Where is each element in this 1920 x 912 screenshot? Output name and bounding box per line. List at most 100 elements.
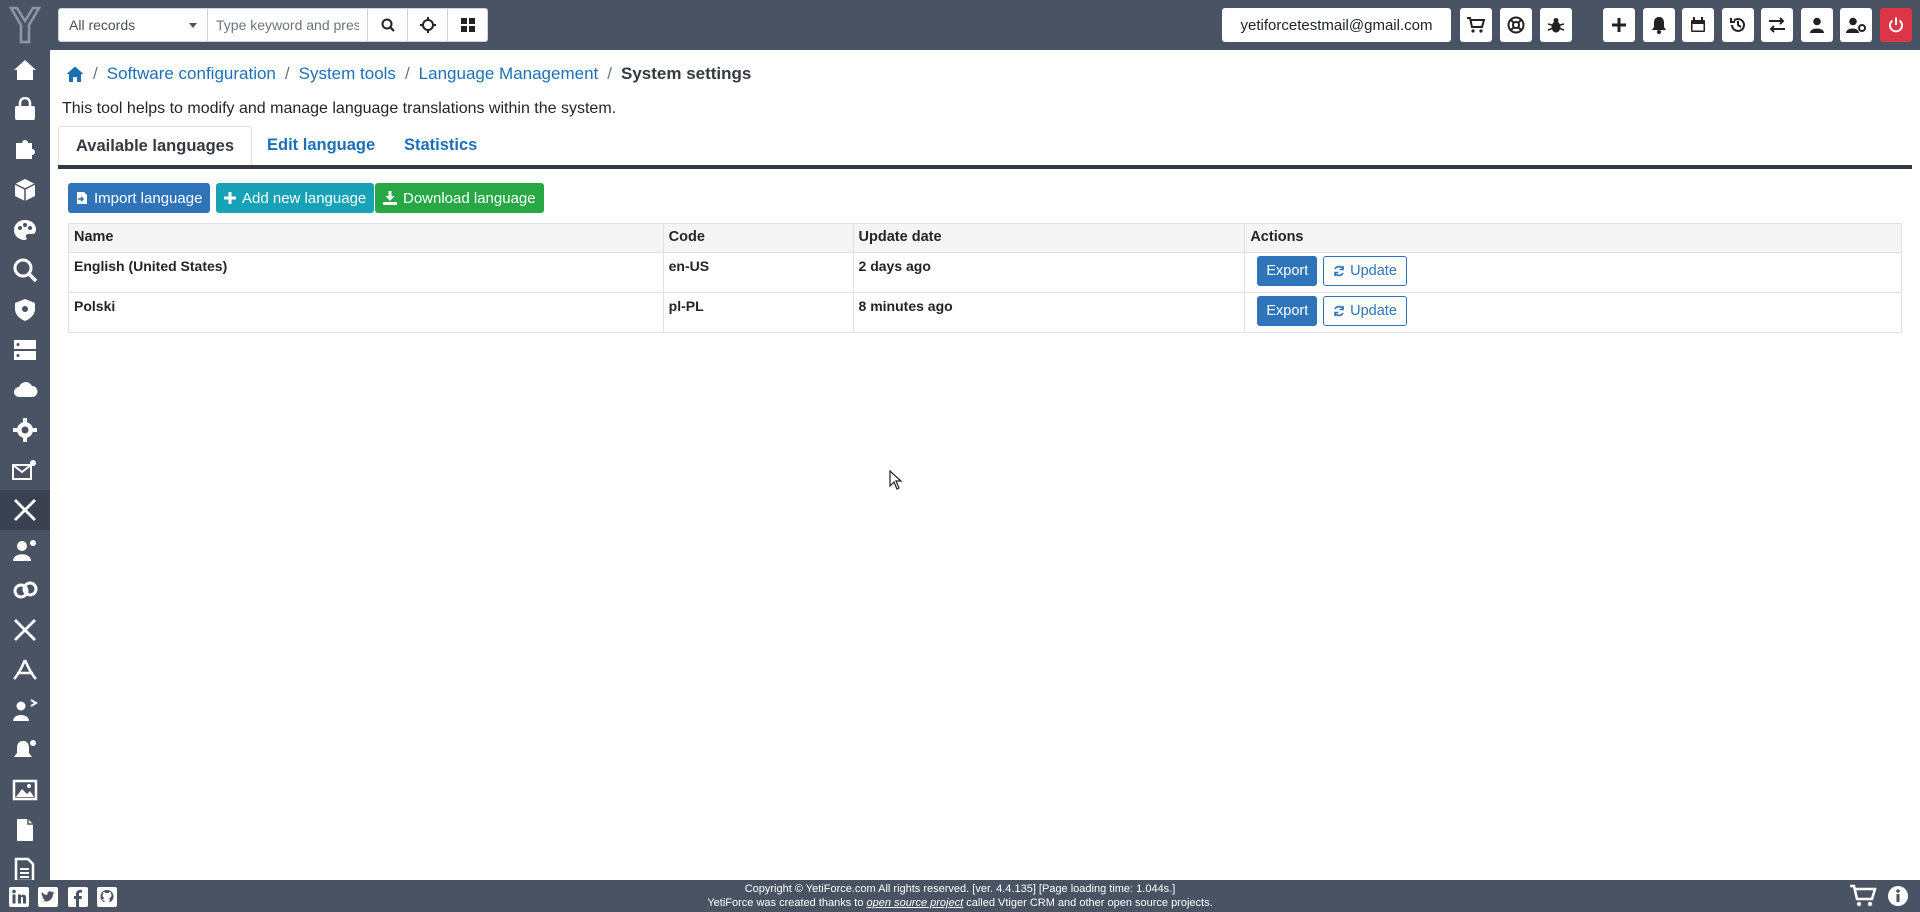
sidebar-item-modules[interactable] — [0, 130, 50, 170]
cart-icon — [1850, 884, 1877, 907]
logout-button[interactable] — [1880, 8, 1912, 42]
breadcrumb-system-tools[interactable]: System tools — [299, 64, 396, 84]
calendar-button[interactable] — [1682, 8, 1714, 42]
add-new-language-button[interactable]: Add new language — [216, 183, 375, 213]
user-gear-icon — [13, 540, 36, 561]
search-input[interactable] — [208, 8, 368, 42]
plus-icon — [1612, 18, 1626, 32]
puzzle-icon — [16, 140, 35, 159]
tab-statistics[interactable]: Statistics — [387, 126, 494, 165]
language-actions: Export Update — [1244, 252, 1902, 293]
advanced-search-button[interactable] — [408, 8, 448, 42]
user-settings-button[interactable] — [1840, 8, 1872, 42]
sidebar-item-templates[interactable] — [0, 850, 50, 880]
crosshair-icon — [419, 17, 436, 33]
sidebar-item-logs[interactable] — [0, 570, 50, 610]
download-language-button[interactable]: Download language — [375, 183, 544, 213]
server-icon — [14, 340, 36, 360]
footer-text: Copyright © YetiForce.com All rights res… — [0, 882, 1920, 910]
page-description: This tool helps to modify and manage lan… — [62, 100, 617, 117]
breadcrumb-separator: / — [404, 64, 410, 83]
bell-icon — [1652, 17, 1666, 34]
grid-icon — [460, 18, 475, 32]
search-button[interactable] — [368, 8, 408, 42]
language-name: English (United States) — [68, 252, 664, 293]
search-scope-select[interactable]: All records — [58, 8, 208, 42]
breadcrumb-language-management[interactable]: Language Management — [419, 64, 599, 84]
language-update-date: 8 minutes ago — [852, 292, 1246, 333]
search-icon — [381, 18, 395, 32]
home-icon[interactable] — [66, 66, 84, 83]
pdf-icon — [13, 659, 37, 680]
sidebar-item-mail[interactable] — [0, 450, 50, 490]
user-arrows-icon — [13, 699, 38, 721]
tools-icon — [14, 499, 36, 521]
breadcrumb-separator: / — [607, 64, 612, 83]
update-button[interactable]: Update — [1323, 296, 1407, 326]
notifications-button[interactable] — [1643, 8, 1675, 42]
table-header-row: Name Code Update date Actions — [68, 223, 1902, 253]
power-icon — [1889, 17, 1903, 33]
open-source-project-link[interactable]: open source project — [867, 897, 964, 909]
bell-cog-icon — [14, 740, 36, 757]
search-icon — [13, 258, 38, 283]
export-label: Export — [1266, 263, 1309, 279]
user-cog-icon — [1846, 17, 1866, 33]
sidebar-item-images[interactable] — [0, 770, 50, 810]
sync-icon — [1334, 305, 1344, 317]
tab-edit-language[interactable]: Edit language — [250, 126, 392, 165]
search-scope-value: All records — [69, 17, 136, 33]
sidebar-item-security[interactable] — [0, 290, 50, 330]
report-bug-button[interactable] — [1540, 8, 1572, 42]
sidebar-item-search[interactable] — [0, 250, 50, 290]
quick-create-button[interactable] — [1603, 8, 1635, 42]
languages-table: Name Code Update date Actions English (U… — [68, 223, 1902, 333]
bug-icon — [1547, 18, 1565, 33]
column-header-update-date: Update date — [852, 223, 1246, 253]
sidebar-item-layout[interactable] — [0, 210, 50, 250]
language-code: pl-PL — [662, 292, 854, 333]
export-label: Export — [1266, 303, 1309, 319]
history-button[interactable] — [1722, 8, 1754, 42]
yetiforce-logo[interactable] — [0, 0, 50, 50]
footer-cart-button[interactable] — [1848, 883, 1878, 909]
user-email-box[interactable]: yetiforcetestmail@gmail.com — [1222, 8, 1451, 42]
switch-users-button[interactable] — [1761, 8, 1793, 42]
sidebar-item-server[interactable] — [0, 330, 50, 370]
sidebar-item-integration[interactable] — [0, 370, 50, 410]
sidebar-item-marketplace[interactable] — [0, 90, 50, 130]
sidebar-item-system-tools[interactable] — [0, 490, 50, 530]
update-button[interactable]: Update — [1323, 256, 1407, 286]
sidebar-item-user-panel[interactable] — [0, 530, 50, 570]
export-button[interactable]: Export — [1257, 256, 1318, 286]
sidebar-item-users[interactable] — [0, 690, 50, 730]
search-modules-button[interactable] — [448, 8, 488, 42]
sidebar-item-pdf[interactable] — [0, 650, 50, 690]
tab-available-languages[interactable]: Available languages — [58, 126, 253, 165]
breadcrumb-separator: / — [284, 64, 290, 83]
file-import-icon — [77, 192, 87, 204]
help-button[interactable] — [1500, 8, 1532, 42]
gear-icon — [13, 418, 37, 442]
footer-copyright: Copyright © YetiForce.com All rights res… — [744, 883, 1176, 895]
footer-info-button[interactable] — [1886, 884, 1910, 908]
history-icon — [1730, 17, 1745, 32]
sidebar-item-notifications[interactable] — [0, 730, 50, 770]
file-lines-icon — [14, 857, 35, 880]
sidebar-item-config[interactable] — [0, 610, 50, 650]
sidebar-item-automation[interactable] — [0, 410, 50, 450]
breadcrumb-software-configuration[interactable]: Software configuration — [107, 64, 276, 84]
add-new-language-label: Add new language — [242, 189, 367, 207]
user-profile-button[interactable] — [1801, 8, 1833, 42]
import-language-button[interactable]: Import language — [68, 183, 211, 213]
download-icon — [383, 191, 397, 205]
language-actions: Export Update — [1244, 292, 1902, 333]
sidebar-item-home[interactable] — [0, 50, 50, 90]
sidebar-item-standard-modules[interactable] — [0, 170, 50, 210]
module-sidebar — [0, 50, 50, 880]
footer-credits-post: called Vtiger CRM and other open source … — [966, 897, 1213, 909]
sidebar-item-documents[interactable] — [0, 810, 50, 850]
export-button[interactable]: Export — [1257, 296, 1318, 326]
cart-button[interactable] — [1460, 8, 1492, 42]
chevron-down-icon — [189, 22, 197, 28]
